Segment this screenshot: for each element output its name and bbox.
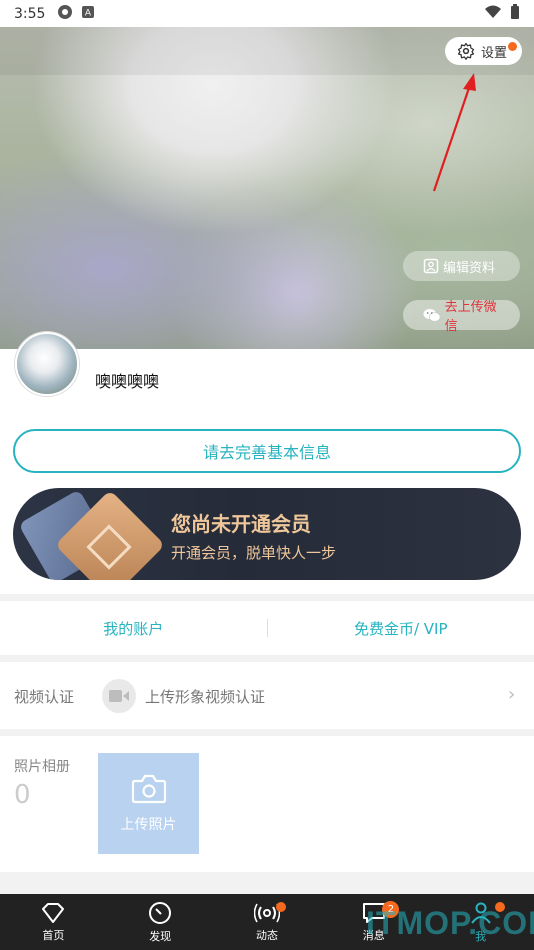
nav-moments-label: 动态	[255, 928, 278, 942]
profile-cover: 设置 编辑资料 去上传微信	[0, 27, 534, 349]
edit-profile-button[interactable]: 编辑资料	[403, 251, 520, 281]
svg-text:A: A	[85, 8, 92, 18]
upload-photo-label: 上传照片	[120, 816, 177, 833]
username: 噢噢噢噢	[95, 372, 160, 391]
upload-wechat-button[interactable]: 去上传微信	[403, 300, 520, 334]
heart-icon	[42, 902, 65, 923]
album-count: 0	[14, 780, 31, 810]
battery-icon	[510, 3, 520, 24]
wifi-icon	[484, 5, 502, 23]
video-verify-label: 视频认证	[14, 688, 75, 706]
nav-home[interactable]: 首页	[0, 894, 107, 950]
upload-wechat-label: 去上传微信	[444, 300, 497, 334]
my-account-link[interactable]: 我的账户	[0, 618, 267, 639]
status-time: 3:55	[14, 5, 46, 22]
photo-album-section: 照片相册 0 上传照片	[0, 736, 534, 872]
upload-photo-button[interactable]: 上传照片	[98, 753, 199, 854]
nav-discover[interactable]: 发现	[107, 894, 214, 950]
free-coins-vip-link[interactable]: 免费金币/ VIP	[268, 618, 534, 639]
video-verify-text: 上传形象视频认证	[145, 688, 266, 706]
account-row: 我的账户 免费金币/ VIP	[0, 601, 534, 655]
status-bar: 3:55 A	[0, 0, 534, 27]
nav-home-label: 首页	[42, 928, 65, 942]
video-verify-row[interactable]: 视频认证 上传形象视频认证 ›	[0, 662, 534, 729]
compass-icon	[149, 901, 172, 924]
vip-banner[interactable]: 您尚未开通会员 开通会员，脱单快人一步	[13, 488, 521, 580]
avatar[interactable]	[15, 332, 79, 396]
nav-discover-label: 发现	[149, 929, 172, 943]
nav-moments-dot	[275, 902, 286, 912]
wechat-icon	[423, 308, 441, 322]
app-icon	[57, 4, 73, 24]
complete-info-button[interactable]: 请去完善基本信息	[13, 429, 521, 473]
profile-card: 噢噢噢噢 请去完善基本信息 您尚未开通会员 开通会员，脱单快人一步	[0, 332, 534, 594]
edit-profile-label: 编辑资料	[443, 260, 496, 276]
album-label: 照片相册	[14, 759, 70, 775]
chevron-right-icon: ›	[508, 684, 516, 705]
watermark: ITMOP.COM	[366, 905, 534, 941]
nav-moments[interactable]: 动态	[214, 894, 321, 950]
vip-title: 您尚未开通会员	[171, 512, 311, 536]
video-camera-icon	[102, 679, 136, 713]
edit-profile-icon	[423, 258, 439, 274]
camera-icon	[131, 774, 166, 803]
vip-subtitle: 开通会员，脱单快人一步	[171, 544, 337, 562]
keyboard-icon: A	[81, 5, 95, 23]
